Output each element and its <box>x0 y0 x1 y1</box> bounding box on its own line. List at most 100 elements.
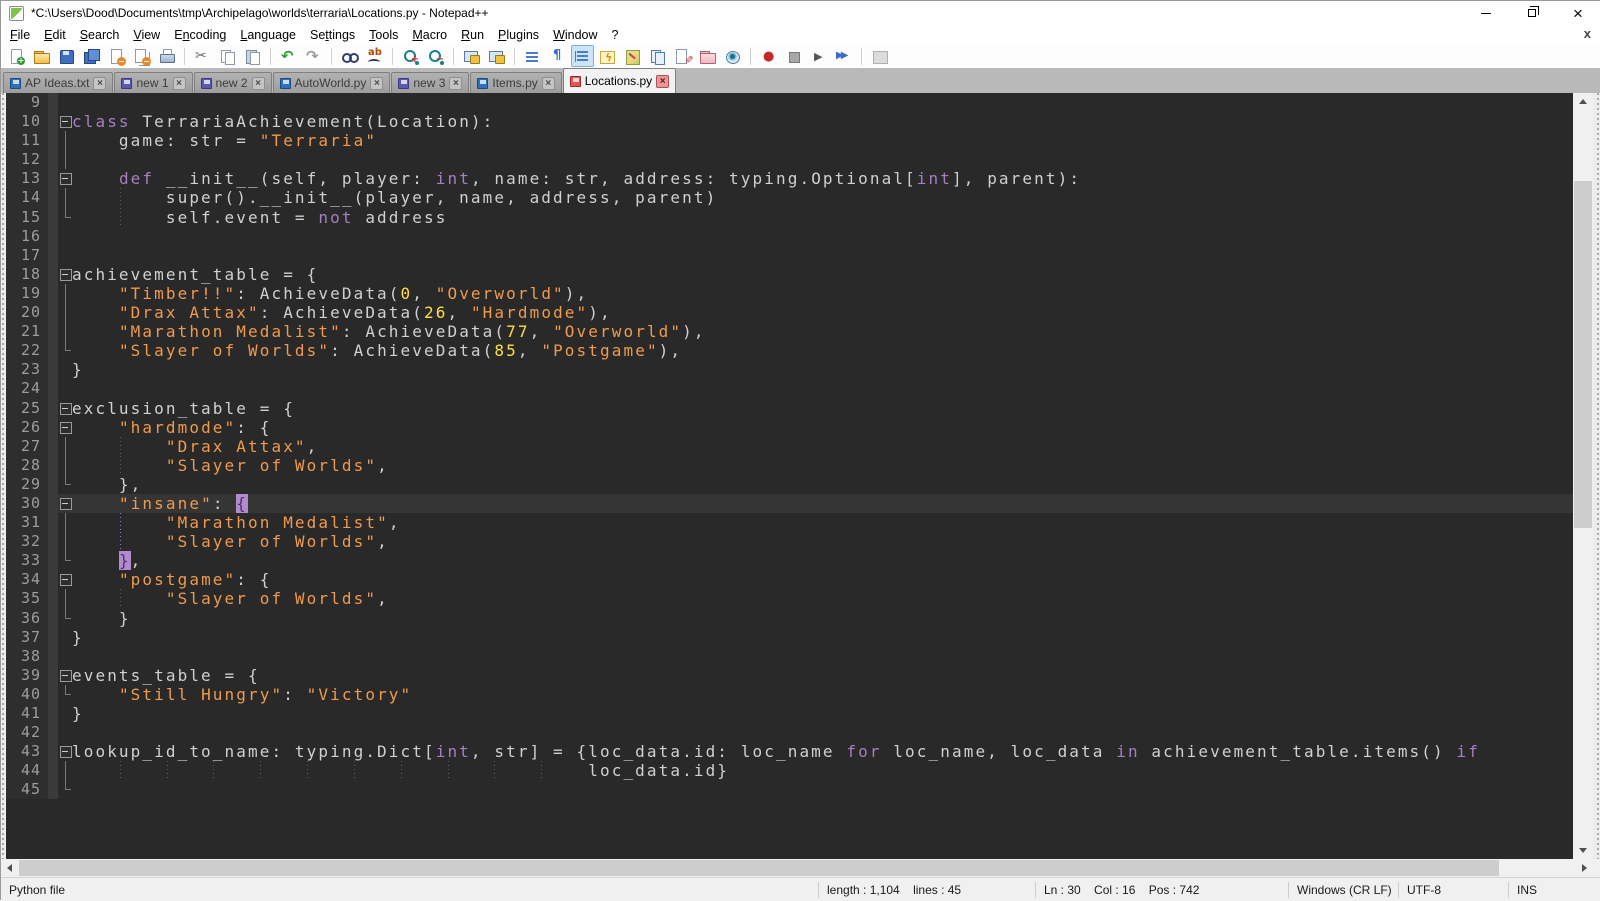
menu-[interactable]: ? <box>605 26 626 44</box>
code-text[interactable]: self.event = not address <box>72 208 1573 227</box>
tab-close-icon[interactable]: × <box>370 77 383 90</box>
menu-file[interactable]: File <box>3 26 37 44</box>
stop-record-button[interactable] <box>782 45 805 67</box>
sync-v-button[interactable] <box>460 45 483 67</box>
new-file-button[interactable] <box>5 45 28 67</box>
code-text[interactable]: } <box>72 609 1573 628</box>
monitoring-button[interactable] <box>721 45 744 67</box>
code-text[interactable]: "postgame": { <box>72 570 1573 589</box>
redo-button[interactable] <box>302 45 325 67</box>
minimize-button[interactable] <box>1463 1 1509 25</box>
tab-close-icon[interactable]: × <box>252 77 265 90</box>
zoom-in-button[interactable] <box>399 45 422 67</box>
code-text[interactable]: super().__init__(player, name, address, … <box>72 188 1573 207</box>
code-text[interactable]: "Drax Attax", <box>72 437 1573 456</box>
fold-toggle-box[interactable] <box>58 666 72 685</box>
fold-toggle-box[interactable] <box>58 494 72 513</box>
menu-search[interactable]: Search <box>73 26 127 44</box>
tab-autoworld-py[interactable]: AutoWorld.py× <box>273 72 391 93</box>
code-text[interactable]: "Slayer of Worlds", <box>72 456 1573 475</box>
close-button[interactable] <box>1555 1 1600 25</box>
copy-button[interactable] <box>216 45 239 67</box>
code-text[interactable]: class TerrariaAchievement(Location): <box>72 112 1573 131</box>
code-text[interactable]: loc_data.id} <box>72 761 1573 780</box>
code-text[interactable]: lookup_id_to_name: typing.Dict[int, str]… <box>72 742 1573 761</box>
open-folder-button[interactable] <box>30 45 53 67</box>
tab-new-1[interactable]: new 1× <box>114 72 192 93</box>
scroll-down-button[interactable] <box>1573 842 1593 859</box>
folder-workspace-button[interactable] <box>696 45 719 67</box>
sync-h-button[interactable] <box>485 45 508 67</box>
print-button[interactable] <box>155 45 178 67</box>
fold-toggle-box[interactable] <box>58 112 72 131</box>
code-text[interactable]: achievement_table = { <box>72 265 1573 284</box>
code-text[interactable]: def __init__(self, player: int, name: st… <box>72 169 1573 188</box>
code-text[interactable] <box>72 723 1573 742</box>
menu-language[interactable]: Language <box>233 26 303 44</box>
tab-new-2[interactable]: new 2× <box>194 72 272 93</box>
menubar-close-icon[interactable]: x <box>1584 26 1591 41</box>
code-text[interactable] <box>72 227 1573 246</box>
paste-button[interactable] <box>241 45 264 67</box>
word-wrap-button[interactable] <box>521 45 544 67</box>
tab-new-3[interactable]: new 3× <box>391 72 469 93</box>
code-text[interactable] <box>72 93 1573 112</box>
show-all-button[interactable] <box>546 45 569 67</box>
restore-button[interactable] <box>1509 1 1555 25</box>
menu-encoding[interactable]: Encoding <box>167 26 233 44</box>
tab-items-py[interactable]: Items.py× <box>470 72 561 93</box>
code-text[interactable]: "Marathon Medalist": AchieveData(77, "Ov… <box>72 322 1573 341</box>
code-text[interactable]: "insane": { <box>72 494 1573 513</box>
code-text[interactable]: "hardmode": { <box>72 418 1573 437</box>
fold-toggle-box[interactable] <box>58 570 72 589</box>
code-text[interactable] <box>72 246 1573 265</box>
scroll-left-button[interactable] <box>1 859 18 877</box>
menu-tools[interactable]: Tools <box>362 26 405 44</box>
vertical-scrollbar-thumb[interactable] <box>1574 181 1592 528</box>
define-language-button[interactable] <box>671 45 694 67</box>
cut-button[interactable] <box>191 45 214 67</box>
fold-toggle-box[interactable] <box>58 742 72 761</box>
code-text[interactable]: "Marathon Medalist", <box>72 513 1573 532</box>
tab-close-icon[interactable]: × <box>449 77 462 90</box>
code-text[interactable] <box>72 780 1573 799</box>
vertical-scrollbar[interactable] <box>1573 93 1593 859</box>
document-map-button[interactable] <box>621 45 644 67</box>
find-button[interactable] <box>338 45 361 67</box>
menu-edit[interactable]: Edit <box>37 26 73 44</box>
fold-toggle-box[interactable] <box>58 169 72 188</box>
fold-toggle-box[interactable] <box>58 418 72 437</box>
code-text[interactable]: "Slayer of Worlds", <box>72 589 1573 608</box>
scroll-right-button[interactable] <box>1576 859 1593 877</box>
menu-plugins[interactable]: Plugins <box>491 26 546 44</box>
code-text[interactable] <box>72 379 1573 398</box>
code-text[interactable]: "Drax Attax": AchieveData(26, "Hardmode"… <box>72 303 1573 322</box>
menu-settings[interactable]: Settings <box>303 26 362 44</box>
indent-guide-button[interactable] <box>571 45 594 67</box>
playback-button[interactable] <box>807 45 830 67</box>
code-text[interactable]: game: str = "Terraria" <box>72 131 1573 150</box>
tab-close-icon[interactable]: × <box>656 75 669 88</box>
close-all-button[interactable] <box>130 45 153 67</box>
menu-window[interactable]: Window <box>546 26 604 44</box>
tab-close-icon[interactable]: × <box>542 77 555 90</box>
code-text[interactable]: exclusion_table = { <box>72 399 1573 418</box>
code-text[interactable]: "Slayer of Worlds": AchieveData(85, "Pos… <box>72 341 1573 360</box>
menu-macro[interactable]: Macro <box>405 26 454 44</box>
code-text[interactable]: } <box>72 360 1573 379</box>
tab-locations-py[interactable]: Locations.py× <box>563 68 676 93</box>
fold-toggle-box[interactable] <box>58 265 72 284</box>
code-text[interactable]: } <box>72 704 1573 723</box>
code-text[interactable] <box>72 647 1573 666</box>
tab-close-icon[interactable]: × <box>173 77 186 90</box>
zoom-out-button[interactable] <box>424 45 447 67</box>
undo-button[interactable] <box>277 45 300 67</box>
code-text[interactable]: }, <box>72 551 1573 570</box>
save-button[interactable] <box>55 45 78 67</box>
code-text[interactable]: "Slayer of Worlds", <box>72 532 1573 551</box>
start-record-button[interactable] <box>757 45 780 67</box>
menu-view[interactable]: View <box>126 26 167 44</box>
code-text[interactable]: "Timber!!": AchieveData(0, "Overworld"), <box>72 284 1573 303</box>
tab-close-icon[interactable]: × <box>93 77 106 90</box>
menu-run[interactable]: Run <box>454 26 491 44</box>
